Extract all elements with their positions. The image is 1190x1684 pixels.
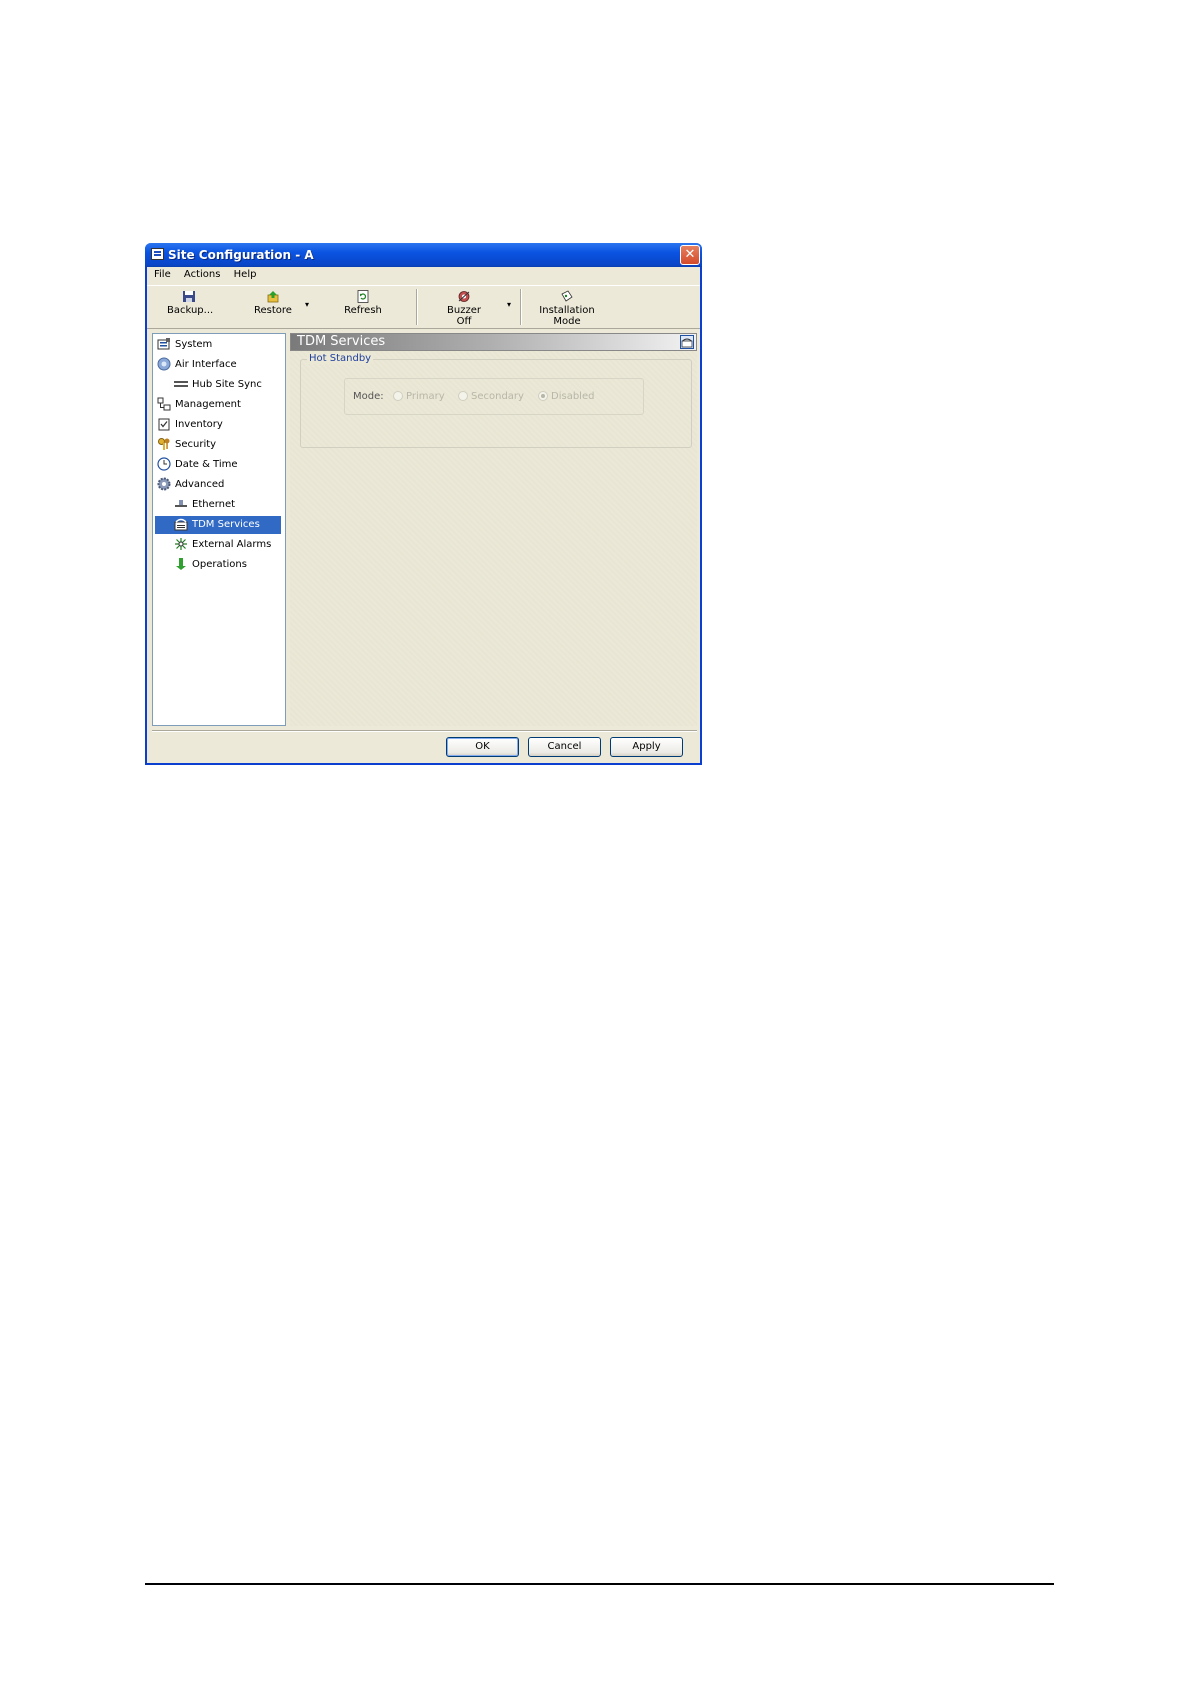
- system-icon: [157, 338, 170, 350]
- tdm-services-icon: [680, 335, 694, 349]
- radio-unchecked-icon: [393, 391, 403, 401]
- operations-arrow-icon: [176, 558, 186, 570]
- buzzer-dropdown-arrow[interactable]: ▾: [507, 300, 511, 309]
- radio-label: Disabled: [551, 391, 595, 402]
- tdm-services-icon: [174, 518, 188, 531]
- mode-primary-radio[interactable]: Primary: [393, 391, 445, 402]
- navigation-tree: System Air Interface Hub Site Sync Manag…: [152, 333, 286, 726]
- tree-item-operations[interactable]: Operations: [174, 556, 247, 574]
- restore-dropdown-arrow[interactable]: ▾: [305, 300, 309, 309]
- page-footer-rule: [145, 1583, 1054, 1585]
- tree-label: Inventory: [175, 419, 223, 430]
- refresh-icon: [357, 290, 369, 303]
- tree-item-security[interactable]: Security: [157, 436, 216, 454]
- tree-label: Ethernet: [192, 499, 236, 510]
- mode-label: Mode:: [353, 391, 384, 402]
- inventory-icon: [158, 418, 170, 431]
- tree-item-air-interface[interactable]: Air Interface: [157, 356, 237, 374]
- installation-mode-label: Installation Mode: [539, 305, 595, 327]
- refresh-button[interactable]: Refresh: [343, 290, 383, 316]
- content-panel: TDM Services Hot Standby Mode: Primary S…: [290, 333, 697, 726]
- close-button[interactable]: ✕: [680, 245, 700, 265]
- tree-item-ethernet[interactable]: Ethernet: [174, 496, 235, 514]
- management-icon: [157, 397, 171, 411]
- toolbar: Backup... Restore ▾ Refresh Buzzer Off ▾: [147, 285, 700, 329]
- mode-group: Mode: Primary Secondary Disabled: [344, 378, 644, 415]
- clock-icon: [157, 457, 171, 471]
- panel-title: TDM Services: [297, 334, 386, 349]
- installation-mode-icon: [561, 290, 573, 302]
- radio-label: Primary: [406, 391, 445, 402]
- buzzer-icon: [458, 291, 470, 302]
- tree-item-advanced[interactable]: Advanced: [157, 476, 224, 494]
- restore-button[interactable]: Restore: [251, 290, 295, 316]
- title-bar[interactable]: Site Configuration - A ✕: [145, 243, 702, 267]
- tree-item-tdm-services[interactable]: TDM Services: [155, 516, 281, 534]
- installation-mode-button[interactable]: Installation Mode: [527, 290, 607, 327]
- buzzer-off-button[interactable]: Buzzer Off: [439, 290, 489, 327]
- ethernet-icon: [175, 500, 187, 507]
- tree-label: Security: [175, 439, 217, 450]
- security-keys-icon: [158, 438, 170, 450]
- gear-icon: [157, 477, 171, 491]
- menu-help[interactable]: Help: [229, 267, 262, 282]
- site-configuration-window: Site Configuration - A ✕ File Actions He…: [145, 243, 702, 765]
- radio-label: Secondary: [471, 391, 524, 402]
- cancel-button[interactable]: Cancel: [528, 737, 601, 757]
- hot-standby-group-title: Hot Standby: [307, 353, 374, 364]
- backup-button[interactable]: Backup...: [167, 290, 214, 316]
- menu-file[interactable]: File: [147, 267, 176, 282]
- air-interface-icon: [157, 357, 171, 371]
- tree-label: System: [175, 339, 213, 350]
- menu-actions[interactable]: Actions: [179, 267, 226, 282]
- tree-label: Air Interface: [175, 359, 237, 370]
- backup-label: Backup...: [167, 305, 214, 316]
- tree-label: External Alarms: [192, 539, 272, 550]
- mode-disabled-radio[interactable]: Disabled: [538, 391, 594, 402]
- tree-item-system[interactable]: System: [157, 336, 212, 354]
- tree-label: Hub Site Sync: [192, 379, 262, 390]
- tree-label: Advanced: [175, 479, 225, 490]
- toolbar-separator: [520, 289, 522, 325]
- tree-label: Operations: [192, 559, 247, 570]
- tree-item-hub-site-sync[interactable]: Hub Site Sync: [174, 376, 262, 394]
- buzzer-off-label: Buzzer Off: [447, 305, 481, 327]
- radio-unchecked-icon: [458, 391, 468, 401]
- restore-icon: [267, 291, 279, 303]
- apply-button[interactable]: Apply: [610, 737, 683, 757]
- toolbar-separator: [416, 289, 418, 325]
- tree-label: Date & Time: [175, 459, 238, 470]
- window-icon: [151, 248, 164, 260]
- external-alarms-icon: [175, 538, 187, 550]
- tree-label: TDM Services: [192, 519, 260, 530]
- window-title: Site Configuration - A: [168, 248, 314, 262]
- hub-site-sync-icon: [174, 381, 188, 387]
- mode-secondary-radio[interactable]: Secondary: [458, 391, 524, 402]
- tree-item-management[interactable]: Management: [157, 396, 241, 414]
- tree-item-inventory[interactable]: Inventory: [157, 416, 223, 434]
- refresh-label: Refresh: [344, 305, 382, 316]
- radio-checked-icon: [538, 391, 548, 401]
- tree-item-date-time[interactable]: Date & Time: [157, 456, 238, 474]
- restore-label: Restore: [254, 305, 292, 316]
- footer-separator: [152, 730, 697, 732]
- tree-label: Management: [175, 399, 241, 410]
- panel-header: TDM Services: [290, 333, 697, 351]
- ok-button[interactable]: OK: [446, 737, 519, 757]
- tree-item-external-alarms[interactable]: External Alarms: [174, 536, 271, 554]
- menu-bar: File Actions Help: [147, 267, 700, 284]
- floppy-disk-icon: [183, 291, 195, 302]
